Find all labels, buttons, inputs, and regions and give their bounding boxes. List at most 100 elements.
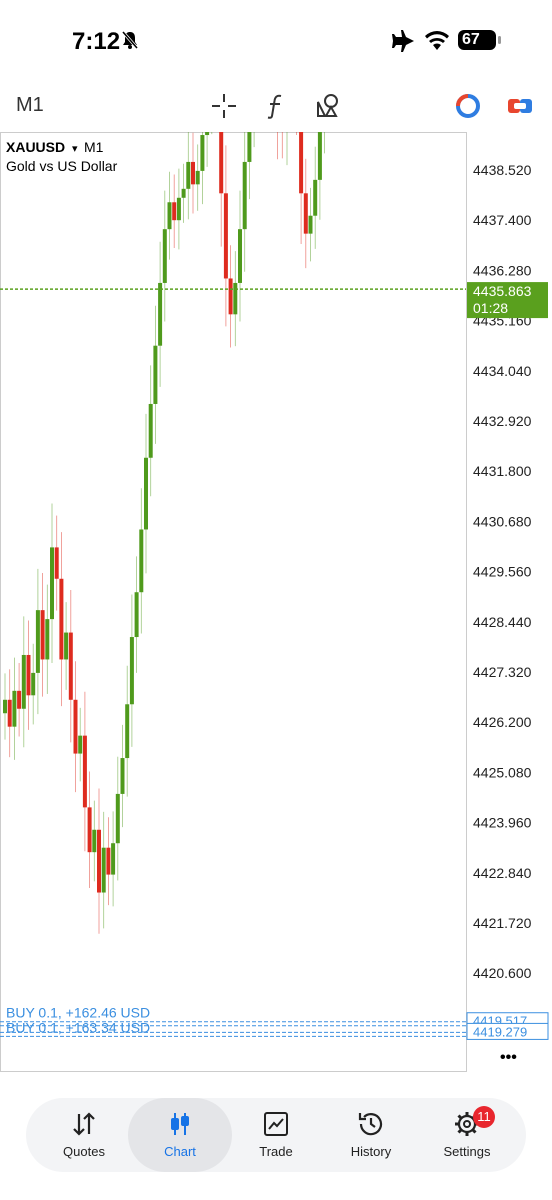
bell-off-icon bbox=[121, 31, 139, 49]
chart-toolbar: M1 bbox=[0, 84, 552, 128]
candle-body bbox=[3, 699, 7, 714]
candle-body bbox=[35, 610, 40, 673]
candle-body bbox=[148, 403, 153, 458]
bottom-navigation: Quotes Chart Trade History 11 Settings bbox=[26, 1098, 526, 1172]
price-chart[interactable]: 4438.5204437.4004436.2804435.1604434.040… bbox=[0, 0, 552, 1093]
candle-body bbox=[50, 547, 54, 620]
chart-timeframe: M1 bbox=[84, 139, 104, 155]
one-click-trading-icon[interactable] bbox=[454, 92, 482, 120]
price-label: 4425.080 bbox=[473, 764, 532, 780]
price-label: 4420.600 bbox=[473, 965, 532, 981]
nav-trade[interactable]: Trade bbox=[228, 1098, 324, 1172]
price-label: 4431.800 bbox=[473, 463, 532, 479]
price-label: 4429.560 bbox=[473, 564, 532, 580]
candle-body bbox=[139, 529, 144, 593]
candle-body bbox=[40, 610, 45, 660]
price-label: 4432.920 bbox=[473, 413, 532, 429]
candle-body bbox=[101, 847, 106, 893]
nav-settings-label: Settings bbox=[443, 1144, 491, 1159]
candle-body bbox=[59, 578, 64, 660]
candle-body bbox=[106, 847, 111, 875]
candle-body bbox=[129, 637, 134, 705]
bar-countdown: 01:28 bbox=[473, 300, 508, 316]
status-bar: 7:12 67 bbox=[0, 0, 552, 80]
status-time: 7:12 bbox=[72, 28, 121, 55]
chart-icon bbox=[171, 1113, 189, 1135]
chevron-down-icon: ▾ bbox=[72, 143, 78, 155]
price-label: 4437.400 bbox=[473, 212, 532, 228]
nav-trade-label: Trade bbox=[259, 1144, 293, 1159]
timeframe-button[interactable]: M1 bbox=[16, 94, 44, 117]
position-price-tag: 4419.279 bbox=[473, 1024, 527, 1039]
candle-body bbox=[87, 807, 92, 853]
nav-settings[interactable]: 11 Settings bbox=[419, 1098, 515, 1172]
candle-body bbox=[195, 170, 200, 185]
objects-icon[interactable] bbox=[314, 92, 342, 120]
price-label: 4438.520 bbox=[473, 162, 532, 178]
candle-body bbox=[308, 215, 313, 234]
nav-chart[interactable]: Chart bbox=[128, 1098, 232, 1172]
chart-type-icon[interactable] bbox=[506, 92, 534, 120]
nav-quotes[interactable]: Quotes bbox=[36, 1098, 132, 1172]
candle-body bbox=[97, 829, 101, 893]
candle-body bbox=[181, 188, 186, 198]
candle-body bbox=[54, 547, 59, 579]
position-label[interactable]: BUY 0.1, +162.46 USD bbox=[6, 1005, 150, 1021]
candle-body bbox=[134, 592, 139, 638]
symbol-name: XAUUSD bbox=[6, 139, 65, 155]
position-label[interactable]: BUY 0.1, +163.34 USD bbox=[6, 1019, 150, 1035]
nav-chart-label: Chart bbox=[164, 1144, 196, 1159]
candle-body bbox=[223, 193, 228, 279]
candle-body bbox=[82, 735, 87, 808]
candle-body bbox=[247, 112, 252, 162]
candle-body bbox=[303, 193, 308, 234]
nav-history[interactable]: History bbox=[323, 1098, 419, 1172]
crosshair-icon[interactable] bbox=[210, 92, 238, 120]
function-icon[interactable] bbox=[262, 92, 290, 120]
price-label: 4427.320 bbox=[473, 664, 532, 680]
quotes-icon bbox=[73, 1112, 95, 1136]
candle-body bbox=[219, 90, 224, 194]
candle-body bbox=[242, 161, 247, 230]
candle-body bbox=[78, 735, 83, 754]
price-label: 4422.840 bbox=[473, 865, 532, 881]
candle-body bbox=[92, 829, 97, 853]
candle-body bbox=[115, 793, 120, 844]
battery-indicator: 67 bbox=[458, 30, 501, 50]
candle-body bbox=[200, 135, 205, 171]
candle-body bbox=[191, 161, 195, 185]
nav-history-label: History bbox=[350, 1144, 392, 1159]
price-label: 4426.200 bbox=[473, 714, 532, 730]
candle-body bbox=[26, 654, 31, 696]
candle-body bbox=[317, 121, 322, 180]
candle-body bbox=[167, 202, 172, 230]
price-label: 4434.040 bbox=[473, 363, 532, 379]
candle-body bbox=[111, 843, 116, 875]
price-label: 4436.280 bbox=[473, 262, 532, 278]
settings-notification-badge: 11 bbox=[473, 1106, 495, 1128]
candle-body bbox=[125, 704, 130, 759]
candle-body bbox=[144, 457, 148, 530]
candle-body bbox=[162, 229, 167, 283]
nav-quotes-label: Quotes bbox=[63, 1144, 105, 1159]
candle-body bbox=[153, 345, 158, 404]
candle-body bbox=[299, 99, 304, 194]
candle-body bbox=[31, 672, 36, 696]
candle-body bbox=[7, 699, 12, 727]
chart-area[interactable]: 4438.520 4437.400 4436.280 4435.160 4434.040… bbox=[0, 0, 552, 1093]
airplane-icon bbox=[392, 30, 414, 52]
candle-body bbox=[228, 278, 233, 315]
candle-body bbox=[238, 229, 242, 283]
candle-body bbox=[233, 282, 238, 315]
price-label: 4428.440 bbox=[473, 614, 532, 630]
symbol-description: Gold vs US Dollar bbox=[6, 158, 118, 174]
price-label: 4421.720 bbox=[473, 915, 532, 931]
current-price-value: 4435.863 bbox=[473, 283, 532, 299]
candle-body bbox=[186, 161, 191, 189]
candle-body bbox=[12, 690, 17, 727]
history-icon bbox=[358, 1113, 383, 1136]
wifi-icon bbox=[425, 31, 449, 50]
candle-body bbox=[21, 654, 26, 709]
candle-body bbox=[158, 282, 163, 346]
candle-body bbox=[68, 632, 73, 700]
